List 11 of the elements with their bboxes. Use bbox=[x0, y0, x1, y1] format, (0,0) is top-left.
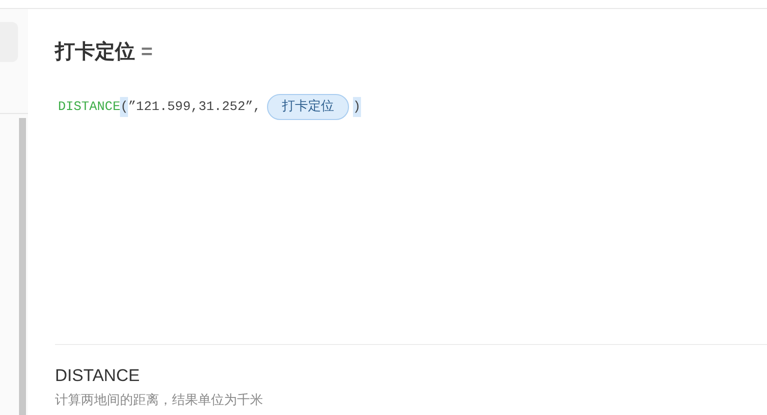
argument-text: ”121.599,31.252”, bbox=[128, 98, 261, 116]
function-name-heading: DISTANCE bbox=[55, 365, 141, 387]
scrollbar-thumb[interactable] bbox=[19, 118, 26, 415]
function-name: DISTANCE bbox=[58, 98, 120, 116]
open-paren: ( bbox=[120, 97, 128, 117]
field-title: 打卡定位 bbox=[55, 40, 135, 65]
formula-editor[interactable]: DISTANCE(”121.599,31.252”, 打卡定位 ) bbox=[58, 93, 767, 121]
equals-sign: = bbox=[141, 40, 153, 65]
close-paren: ) bbox=[352, 97, 361, 117]
field-token[interactable]: 打卡定位 bbox=[266, 94, 349, 120]
function-description: 计算两地间的距离，结果单位为千米 bbox=[55, 391, 264, 409]
